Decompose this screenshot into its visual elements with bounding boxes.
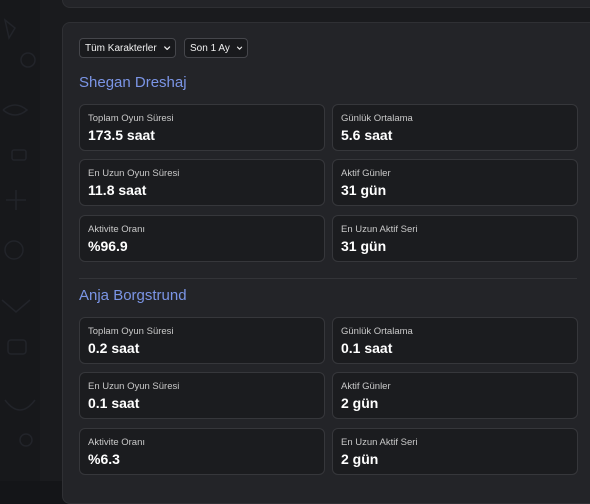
stat-card-longest-session: En Uzun Oyun Süresi 11.8 saat: [79, 159, 325, 206]
stat-label: Aktif Günler: [341, 168, 391, 179]
previous-panel-edge: [62, 0, 590, 8]
stat-card-longest-streak: En Uzun Aktif Seri 31 gün: [332, 215, 578, 262]
stat-value: 0.2 saat: [88, 340, 140, 356]
stat-value: 0.1 saat: [341, 340, 393, 356]
stat-card-activity-rate: Aktivite Oranı %6.3: [79, 428, 325, 475]
character-filter-select[interactable]: Tüm Karakterler: [79, 38, 176, 58]
background-pattern: [0, 0, 40, 481]
section-divider: [79, 278, 577, 279]
stat-value: 2 gün: [341, 451, 379, 467]
stat-label: Aktif Günler: [341, 381, 391, 392]
stat-label: Toplam Oyun Süresi: [88, 113, 174, 124]
period-filter-select[interactable]: Son 1 Ay: [184, 38, 248, 58]
chevron-down-icon: [163, 46, 170, 51]
stat-card-active-days: Aktif Günler 2 gün: [332, 372, 578, 419]
character-name: Shegan Dreshaj: [79, 74, 187, 91]
period-filter-value: Son 1 Ay: [190, 42, 230, 54]
stat-card-longest-session: En Uzun Oyun Süresi 0.1 saat: [79, 372, 325, 419]
stat-card-total-playtime: Toplam Oyun Süresi 173.5 saat: [79, 104, 325, 151]
stat-label: En Uzun Oyun Süresi: [88, 168, 180, 179]
stat-value: 31 gün: [341, 182, 387, 198]
stat-label: En Uzun Aktif Seri: [341, 437, 418, 448]
stat-label: Toplam Oyun Süresi: [88, 326, 174, 337]
stat-value: 173.5 saat: [88, 127, 155, 143]
stat-card-daily-average: Günlük Ortalama 0.1 saat: [332, 317, 578, 364]
stat-label: Aktivite Oranı: [88, 437, 146, 448]
character-name: Anja Borgstrund: [79, 287, 187, 304]
stat-card-daily-average: Günlük Ortalama 5.6 saat: [332, 104, 578, 151]
stat-card-total-playtime: Toplam Oyun Süresi 0.2 saat: [79, 317, 325, 364]
stat-value: 2 gün: [341, 395, 379, 411]
stat-value: 11.8 saat: [88, 182, 147, 198]
decorative-doodle-pattern: [1, 18, 36, 447]
stat-value: 5.6 saat: [341, 127, 393, 143]
character-filter-value: Tüm Karakterler: [85, 42, 157, 54]
stat-value: %96.9: [88, 238, 128, 254]
stat-card-longest-streak: En Uzun Aktif Seri 2 gün: [332, 428, 578, 475]
stat-label: Aktivite Oranı: [88, 224, 146, 235]
stat-card-activity-rate: Aktivite Oranı %96.9: [79, 215, 325, 262]
stat-value: 0.1 saat: [88, 395, 140, 411]
stat-value: 31 gün: [341, 238, 387, 254]
stat-card-active-days: Aktif Günler 31 gün: [332, 159, 578, 206]
stat-value: %6.3: [88, 451, 120, 467]
stat-label: En Uzun Oyun Süresi: [88, 381, 180, 392]
stat-label: Günlük Ortalama: [341, 113, 413, 124]
chevron-down-icon: [236, 46, 243, 50]
stat-label: En Uzun Aktif Seri: [341, 224, 418, 235]
stat-label: Günlük Ortalama: [341, 326, 413, 337]
